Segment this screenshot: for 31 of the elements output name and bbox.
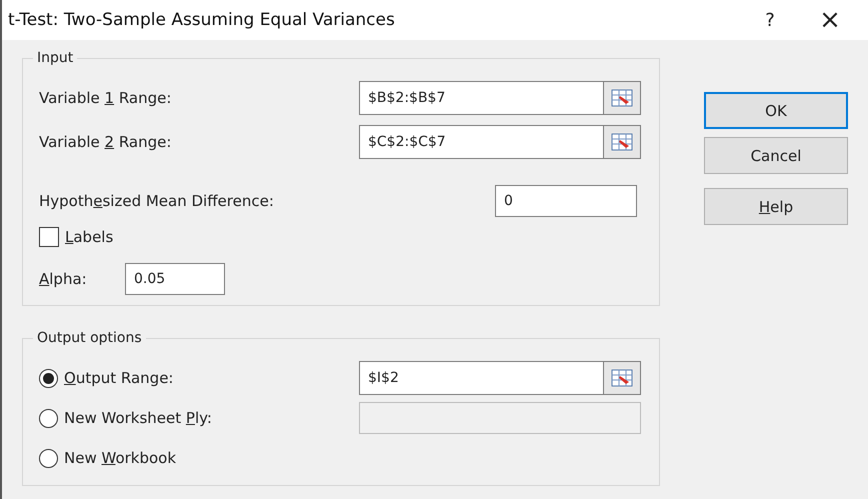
- group-title: Output options: [33, 330, 146, 346]
- alpha-field[interactable]: 0.05: [125, 263, 225, 295]
- radio-button[interactable]: [39, 408, 58, 428]
- range-select-icon: [611, 133, 633, 151]
- group-title: Input: [33, 50, 78, 66]
- radio-label: Output Range:: [64, 369, 174, 387]
- range-select-icon: [611, 369, 633, 387]
- range-select-icon: [611, 89, 633, 107]
- radio-button[interactable]: [39, 368, 58, 388]
- field-label: Hypothesized Mean Difference:: [39, 192, 275, 210]
- range-field[interactable]: $I$2: [359, 361, 603, 395]
- field-label: Alpha:: [39, 270, 88, 288]
- radio-label: New Worksheet Ply:: [64, 409, 212, 427]
- radio-button[interactable]: [39, 448, 58, 468]
- field-label: Variable 2 Range:: [39, 133, 172, 151]
- checkbox-label: Labels: [65, 228, 114, 246]
- field-label: Variable 1 Range:: [39, 89, 172, 107]
- help-button[interactable]: ?: [740, 1, 800, 39]
- range-field[interactable]: $C$2:$C$7: [359, 125, 603, 159]
- range-select-button[interactable]: [603, 125, 641, 159]
- window-title: t-Test: Two-Sample Assuming Equal Variances: [8, 10, 396, 30]
- range-field[interactable]: $B$2:$B$7: [359, 81, 603, 115]
- close-button[interactable]: ×: [800, 1, 860, 39]
- dialog-button[interactable]: OK: [704, 92, 848, 129]
- radio-label: New Workbook: [64, 449, 176, 467]
- mean-difference-field[interactable]: 0: [495, 185, 637, 217]
- range-select-button[interactable]: [603, 81, 641, 115]
- labels-checkbox[interactable]: [39, 227, 59, 247]
- dialog-button[interactable]: Cancel: [704, 137, 848, 174]
- range-select-button[interactable]: [603, 361, 641, 395]
- dialog-button[interactable]: Help: [704, 188, 848, 225]
